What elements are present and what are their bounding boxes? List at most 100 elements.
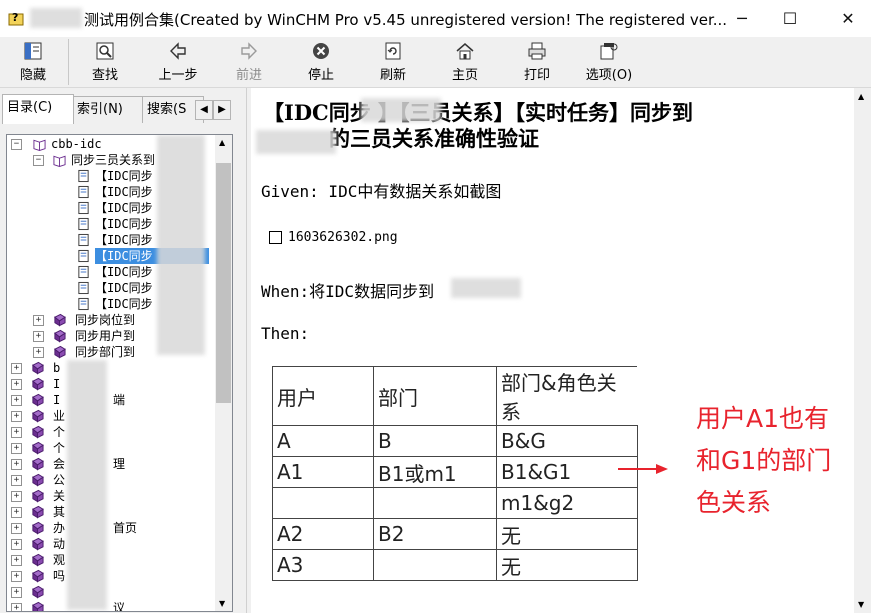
tree-book-item[interactable]: + 议 bbox=[11, 600, 211, 612]
navigation-pane: 目录(C) 索引(N) 搜索(S ◀ ▶ − cbb-idc − 同步三员关系到… bbox=[0, 88, 246, 613]
tree-item-label-tail: 首页 bbox=[113, 521, 138, 535]
tree-book-item[interactable]: + I bbox=[11, 376, 211, 392]
expand-icon[interactable]: + bbox=[11, 427, 22, 438]
relationship-screenshot: 用户 部门 部门&角色关系 A B B&G A1 B1或m1 B1&G1 m1&g2 A… bbox=[261, 350, 681, 581]
refresh-button[interactable]: 刷新 bbox=[370, 37, 416, 87]
contents-tree[interactable]: − cbb-idc − 同步三员关系到 【IDC同步 【IDC同步 【IDC同步… bbox=[6, 134, 233, 612]
expand-icon[interactable]: + bbox=[11, 395, 22, 406]
options-button[interactable]: 选项(O) bbox=[580, 37, 638, 87]
table-cell: B1或m1 bbox=[373, 456, 497, 488]
tree-book-item[interactable]: + I 端 bbox=[11, 392, 211, 408]
find-icon bbox=[96, 42, 114, 60]
tree-item-label: 同步用户到 bbox=[75, 329, 136, 343]
tree-book-item[interactable]: + 观 bbox=[11, 552, 211, 568]
expand-icon[interactable]: + bbox=[33, 347, 44, 358]
tree-book-item[interactable]: + b bbox=[11, 360, 211, 376]
expand-icon[interactable]: + bbox=[11, 523, 22, 534]
scroll-down-icon[interactable]: ▼ bbox=[219, 599, 225, 608]
topic-heading: 【IDC同步 】【三员关系】【实时任务】同步到 的三员关系准确性验证 bbox=[263, 100, 843, 152]
close-button[interactable]: ✕ bbox=[825, 0, 871, 37]
table-cell: A3 bbox=[272, 549, 374, 581]
expand-icon[interactable]: + bbox=[11, 555, 22, 566]
expand-icon[interactable]: + bbox=[11, 539, 22, 550]
scroll-up-icon[interactable]: ▲ bbox=[219, 138, 225, 147]
tree-item-label: 吗 bbox=[53, 569, 66, 583]
scroll-up-icon[interactable]: ▲ bbox=[858, 92, 864, 101]
table-cell: B&G bbox=[496, 425, 638, 457]
tree-item-label: 同步部门到 bbox=[75, 345, 136, 359]
scroll-down-icon[interactable]: ▼ bbox=[858, 600, 864, 609]
table-row: A2 B2 无 bbox=[272, 518, 638, 550]
find-button[interactable]: 查找 bbox=[82, 37, 128, 87]
tree-book-item[interactable]: + 动 bbox=[11, 536, 211, 552]
tree-scrollbar-thumb[interactable] bbox=[216, 163, 231, 403]
redaction-blur bbox=[157, 135, 205, 355]
tree-item-label: cbb-idc bbox=[51, 137, 102, 151]
back-arrow-icon bbox=[170, 42, 186, 60]
print-button[interactable]: 打印 bbox=[514, 37, 560, 87]
hide-button[interactable]: 隐藏 bbox=[10, 37, 56, 87]
tree-book-item[interactable]: + 公 bbox=[11, 472, 211, 488]
stop-button[interactable]: 停止 bbox=[298, 37, 344, 87]
expand-icon[interactable]: + bbox=[11, 603, 22, 611]
tab-index[interactable]: 索引(N) bbox=[72, 96, 144, 123]
tree-book-item[interactable]: + 其 bbox=[11, 504, 211, 520]
tab-scroll-left-button[interactable]: ◀ bbox=[195, 100, 213, 120]
page-icon bbox=[78, 265, 89, 279]
tab-scroll-right-button[interactable]: ▶ bbox=[213, 100, 231, 120]
table-cell: A bbox=[272, 425, 374, 457]
tree-item-label: 【IDC同步 bbox=[95, 201, 153, 215]
tree-item-label-tail: 议 bbox=[113, 601, 126, 612]
tree-item-label: 个 bbox=[53, 425, 66, 439]
expand-icon[interactable]: + bbox=[11, 363, 22, 374]
expand-icon[interactable]: + bbox=[11, 443, 22, 454]
options-label: 选项(O) bbox=[585, 68, 633, 83]
annotation-line: 用户A1也有 bbox=[696, 404, 830, 433]
tree-book-item[interactable]: + bbox=[11, 584, 211, 600]
expand-icon[interactable]: + bbox=[33, 315, 44, 326]
redaction-blur bbox=[30, 8, 82, 28]
minimize-button[interactable]: ─ bbox=[719, 0, 765, 37]
page-icon bbox=[78, 249, 89, 263]
tree-book-item[interactable]: + 办 首页 bbox=[11, 520, 211, 536]
annotation-line: 和G1的部门 bbox=[696, 446, 832, 475]
expand-icon[interactable]: + bbox=[11, 411, 22, 422]
content-scrollbar[interactable]: ▲ ▼ bbox=[854, 88, 871, 613]
expand-icon[interactable]: + bbox=[11, 459, 22, 470]
expand-icon[interactable]: + bbox=[11, 475, 22, 486]
chm-app-icon[interactable]: ? bbox=[8, 9, 26, 27]
image-filename: 1603626302.png bbox=[288, 230, 398, 245]
table-header-row: 用户 部门 部门&角色关系 bbox=[272, 366, 637, 426]
table-cell: B bbox=[373, 425, 497, 457]
tree-book-item[interactable]: + 吗 bbox=[11, 568, 211, 584]
home-button[interactable]: 主页 bbox=[442, 37, 488, 87]
relationship-table: 用户 部门 部门&角色关系 A B B&G A1 B1或m1 B1&G1 m1&g2 A… bbox=[272, 366, 638, 581]
expand-icon[interactable]: + bbox=[33, 331, 44, 342]
tree-scrollbar[interactable]: ▲ ▼ bbox=[215, 135, 232, 611]
nav-tabs: 目录(C) 索引(N) 搜索(S ◀ ▶ bbox=[0, 94, 246, 124]
collapse-icon[interactable]: − bbox=[11, 139, 22, 150]
expand-icon[interactable]: + bbox=[11, 507, 22, 518]
table-cell: B2 bbox=[373, 518, 497, 550]
maximize-button[interactable]: ☐ bbox=[767, 0, 813, 37]
tree-book-item[interactable]: + 关 bbox=[11, 488, 211, 504]
expand-icon[interactable]: + bbox=[11, 491, 22, 502]
then-text: Then: bbox=[261, 324, 310, 343]
table-row: A B B&G bbox=[272, 425, 638, 457]
expand-icon[interactable]: + bbox=[11, 379, 22, 390]
tree-item-label: 动 bbox=[53, 537, 66, 551]
forward-button[interactable]: 前进 bbox=[226, 37, 272, 87]
expand-icon[interactable]: + bbox=[11, 571, 22, 582]
tree-book-item[interactable]: + 个 bbox=[11, 424, 211, 440]
open-book-icon bbox=[53, 155, 66, 167]
tab-contents[interactable]: 目录(C) bbox=[2, 94, 74, 124]
collapse-icon[interactable]: − bbox=[33, 155, 44, 166]
tree-book-item[interactable]: + 业 bbox=[11, 408, 211, 424]
tree-item-label: 会 bbox=[53, 457, 66, 471]
tree-book-item[interactable]: + 会 理 bbox=[11, 456, 211, 472]
page-icon bbox=[78, 169, 89, 183]
back-button[interactable]: 上一步 bbox=[150, 37, 206, 87]
expand-icon[interactable]: + bbox=[11, 587, 22, 598]
tree-book-item[interactable]: + 个 bbox=[11, 440, 211, 456]
page-icon bbox=[78, 281, 89, 295]
